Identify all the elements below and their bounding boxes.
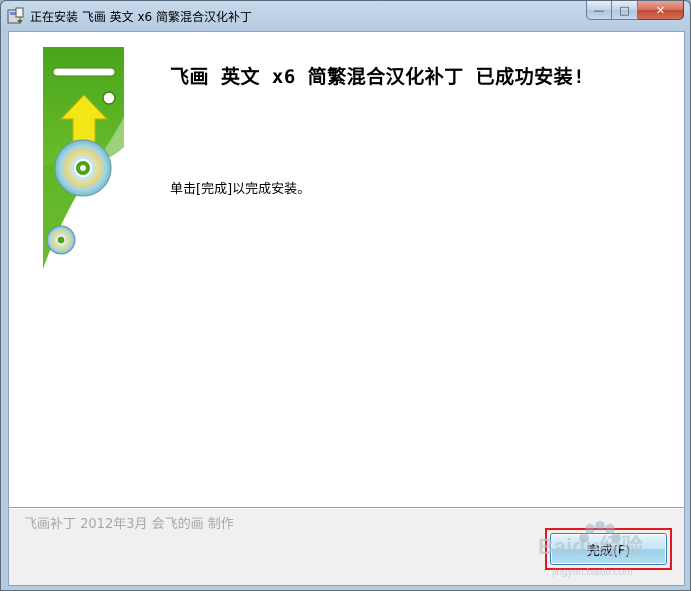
installer-banner-image <box>43 47 124 269</box>
minimize-button[interactable]: — <box>586 1 612 20</box>
wizard-body: 飞画 英文 x6 简繁混合汉化补丁 已成功安装! 单击[完成]以完成安装。 飞画… <box>8 31 685 586</box>
content-panel: 飞画 英文 x6 简繁混合汉化补丁 已成功安装! 单击[完成]以完成安装。 <box>9 32 684 507</box>
credit-text: 飞画补丁 2012年3月 会飞的画 制作 <box>24 517 234 532</box>
window-title: 正在安装 飞画 英文 x6 简繁混合汉化补丁 <box>30 10 252 24</box>
minimize-icon: — <box>593 3 605 17</box>
maximize-icon: □ <box>619 3 630 17</box>
close-button[interactable]: ✕ <box>638 1 684 20</box>
title-bar[interactable]: 正在安装 飞画 英文 x6 简繁混合汉化补丁 — □ ✕ <box>1 1 690 31</box>
installer-window: 正在安装 飞画 英文 x6 简繁混合汉化补丁 — □ ✕ 飞画 英文 x6 简繁… <box>0 0 691 591</box>
caption-buttons: — □ ✕ <box>586 1 684 21</box>
maximize-button[interactable]: □ <box>612 1 638 20</box>
footer-separator <box>9 507 684 509</box>
installer-app-icon <box>7 7 24 24</box>
close-icon: ✕ <box>655 3 666 17</box>
instruction-text: 单击[完成]以完成安装。 <box>170 182 311 197</box>
finish-button[interactable]: 完成(F) <box>550 533 667 565</box>
success-heading: 飞画 英文 x6 简繁混合汉化补丁 已成功安装! <box>170 66 586 88</box>
